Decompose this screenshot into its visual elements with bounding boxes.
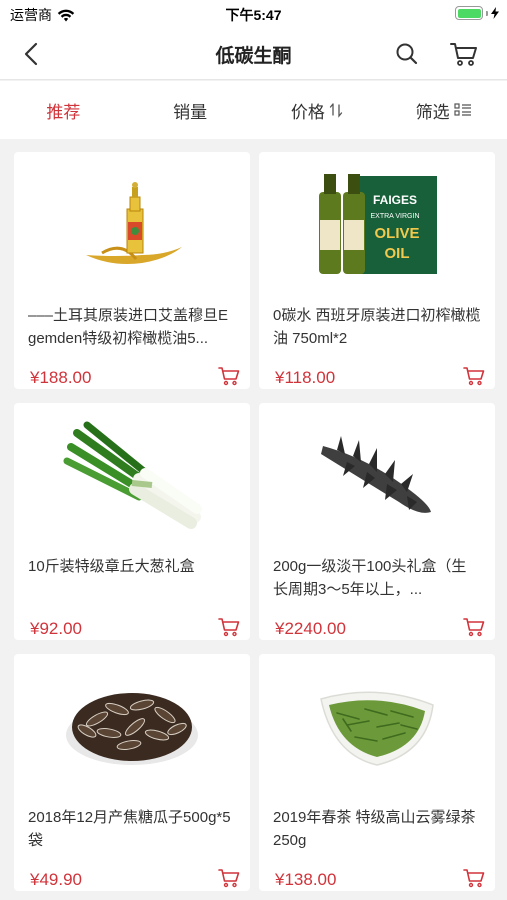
product-price: ¥138.00 [275,870,337,889]
sea-cucumber-image [321,436,431,513]
product-image[interactable] [259,654,495,794]
tab-label: 销量 [173,102,208,122]
tab-price[interactable]: 价格 [254,81,381,139]
product-image[interactable] [259,403,495,543]
product-card[interactable]: FAIGES EXTRA VIRGIN OLIVE OIL 0碳水 西班牙原装进… [259,152,495,389]
product-image[interactable] [14,654,250,794]
charging-bolt-icon [491,7,499,19]
add-to-cart-icon[interactable] [463,366,485,386]
add-to-cart-icon[interactable] [463,617,485,637]
product-price: ¥188.00 [30,368,92,387]
sunflower-seeds-image [66,693,198,765]
tab-recommended[interactable]: 推荐 [0,81,127,139]
product-name: 0碳水 西班牙原装进口初榨橄榄油 750ml*2 [273,307,481,347]
product-card[interactable]: –––土耳其原装进口艾盖穆旦Egemden特级初榨橄榄油5... ¥188.00 [14,152,250,389]
product-card[interactable]: 2018年12月产焦糖瓜子500g*5袋 ¥49.90 [14,654,250,891]
product-name: 2019年春茶 特级高山云雾绿茶 250g [273,809,476,849]
product-card[interactable]: 2019年春茶 特级高山云雾绿茶 250g ¥138.00 [259,654,495,891]
cart-icon[interactable] [449,40,479,68]
product-price: ¥49.90 [30,870,82,889]
tab-sales[interactable]: 销量 [127,81,254,139]
clock: 下午5:47 [225,7,282,23]
product-image[interactable] [14,152,250,292]
green-tea-image [320,691,434,766]
add-to-cart-icon[interactable] [218,868,240,888]
tab-filter[interactable]: 筛选 [380,81,507,139]
add-to-cart-icon[interactable] [218,617,240,637]
olive-oil-box-image: FAIGES EXTRA VIRGIN OLIVE OIL [319,174,437,274]
product-image[interactable]: FAIGES EXTRA VIRGIN OLIVE OIL [259,152,495,292]
status-bar: 运营商 下午5:47 [0,0,507,28]
box-big: OLIVE [374,225,419,242]
product-price: ¥92.00 [30,619,82,638]
add-to-cart-icon[interactable] [218,366,240,386]
product-price: ¥118.00 [275,368,336,387]
product-name: 200g一级淡干100头礼盒（生长周期3～5年以上，... [273,558,467,598]
box-brand: FAIGES [373,193,417,207]
green-onion-image [63,421,202,529]
sort-icon [329,103,343,118]
product-name: –––土耳其原装进口艾盖穆旦Egemden特级初榨橄榄油5... [28,307,229,347]
tab-label: 筛选 [415,102,450,122]
product-grid: –––土耳其原装进口艾盖穆旦Egemden特级初榨橄榄油5... ¥188.00… [14,152,495,891]
product-image[interactable] [14,403,250,543]
product-name: 2018年12月产焦糖瓜子500g*5袋 [28,809,231,849]
filter-list-icon [454,103,471,116]
tab-label: 价格 [290,102,325,122]
tab-label: 推荐 [46,102,81,122]
nav-bar: 低碳生酮 [0,28,507,80]
product-price: ¥2240.00 [275,619,346,638]
product-name: 10斤装特级章丘大葱礼盒 [28,558,195,575]
battery-icon [455,6,483,20]
box-big2: OIL [385,245,410,262]
box-line: EXTRA VIRGIN [370,213,419,220]
olive-oil-bottle-image [86,182,182,264]
product-card[interactable]: 10斤装特级章丘大葱礼盒 ¥92.00 [14,403,250,640]
add-to-cart-icon[interactable] [463,868,485,888]
sort-tabs: 推荐 销量 价格 筛选 [0,81,507,139]
page-title: 低碳生酮 [215,46,292,67]
battery-indicator [455,6,499,20]
search-icon[interactable] [393,40,421,68]
product-card[interactable]: 200g一级淡干100头礼盒（生长周期3～5年以上，... ¥2240.00 [259,403,495,640]
